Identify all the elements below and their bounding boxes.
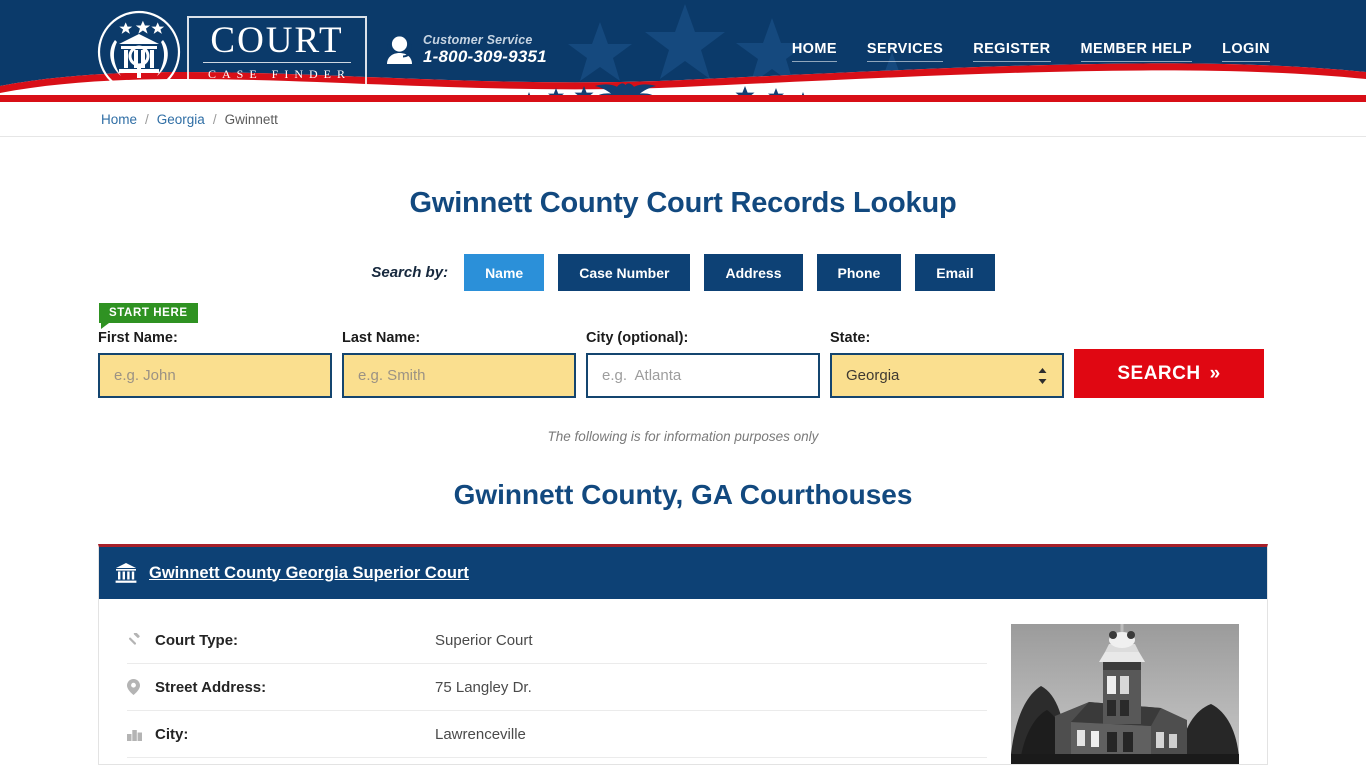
tab-phone[interactable]: Phone (816, 254, 902, 291)
court-card-header: Gwinnett County Georgia Superior Court (99, 547, 1267, 599)
site-logo[interactable]: COURT CASE FINDER (97, 9, 368, 95)
state-field-group: State: Georgia (830, 330, 1064, 398)
nav-item-home[interactable]: HOME (791, 41, 837, 62)
header-red-rule (0, 95, 1366, 102)
chevron-right-double-icon: » (1209, 362, 1221, 384)
table-row: City: Lawrenceville (127, 711, 987, 758)
logo-wordmark: COURT CASE FINDER (187, 16, 368, 88)
row-value: Lawrenceville (435, 725, 526, 743)
table-row: Street Address: 75 Langley Dr. (127, 664, 987, 711)
nav-item-member-help[interactable]: MEMBER HELP (1080, 41, 1193, 62)
search-form: START HERE First Name: Last Name: City (… (98, 303, 1268, 398)
state-select[interactable]: Georgia (830, 353, 1064, 398)
page-title: Gwinnett County Court Records Lookup (409, 187, 957, 219)
tab-email[interactable]: Email (915, 254, 995, 291)
breadcrumb-item-georgia[interactable]: Georgia (157, 112, 205, 127)
search-by-label: Search by: (371, 264, 449, 281)
court-card-body: Court Type: Superior Court Street Addres… (99, 599, 1267, 764)
nav-item-register[interactable]: REGISTER (973, 41, 1051, 62)
main-navigation: HOME SERVICES REGISTER MEMBER HELP LOGIN (791, 41, 1270, 62)
courthouses-section-title: Gwinnett County, GA Courthouses (453, 479, 913, 510)
main-content: Gwinnett County Court Records Lookup Sea… (0, 137, 1366, 765)
row-label: Court Type: (155, 631, 239, 649)
customer-service-label: Customer Service (423, 33, 533, 47)
search-button-label: SEARCH (1117, 362, 1201, 384)
customer-service-block: Customer Service 1-800-309-9351 (385, 33, 547, 68)
site-header: COURT CASE FINDER Customer Service 1-800… (0, 0, 1366, 102)
select-updown-arrows-icon (1038, 367, 1047, 384)
city-field-group: City (optional): (586, 330, 820, 398)
last-name-label: Last Name: (342, 330, 421, 346)
customer-service-phone[interactable]: 1-800-309-9351 (423, 47, 547, 67)
search-by-tabs: Search by: Name Case Number Address Phon… (0, 254, 1366, 291)
last-name-field-group: Last Name: (342, 330, 576, 398)
first-name-field-group: First Name: (98, 330, 332, 398)
tab-name[interactable]: Name (464, 254, 545, 291)
breadcrumb-separator: / (212, 111, 217, 127)
gavel-icon (127, 632, 155, 648)
tab-address[interactable]: Address (704, 254, 803, 291)
search-button[interactable]: SEARCH » (1074, 349, 1264, 398)
map-pin-icon (127, 679, 155, 695)
courthouse-photo-image (1011, 624, 1239, 764)
breadcrumb-separator: / (145, 111, 149, 127)
first-name-label: First Name: (98, 330, 178, 346)
breadcrumb-item-home[interactable]: Home (101, 112, 137, 127)
disclaimer-text: The following is for information purpose… (547, 429, 819, 444)
start-here-badge: START HERE (99, 303, 198, 329)
logo-secondary-text: CASE FINDER (208, 66, 352, 81)
nav-item-services[interactable]: SERVICES (866, 41, 944, 62)
first-name-input[interactable] (98, 353, 332, 398)
court-detail-list: Court Type: Superior Court Street Addres… (127, 613, 987, 764)
bank-columns-icon (115, 563, 137, 583)
row-label: Street Address: (155, 678, 267, 696)
nav-item-login[interactable]: LOGIN (1222, 41, 1270, 62)
state-select-value: Georgia (846, 367, 900, 384)
last-name-input[interactable] (342, 353, 576, 398)
row-label: City: (155, 725, 189, 743)
row-value: Superior Court (435, 631, 533, 649)
breadcrumb-item-gwinnett: Gwinnett (224, 111, 278, 127)
court-seal-icon (97, 10, 181, 94)
court-card-title-link[interactable]: Gwinnett County Georgia Superior Court (149, 564, 469, 583)
headset-support-icon (387, 34, 412, 65)
table-row: Court Type: Superior Court (127, 617, 987, 664)
breadcrumb: Home / Georgia / Gwinnett (0, 102, 1366, 137)
row-value: 75 Langley Dr. (435, 678, 532, 696)
city-input[interactable] (586, 353, 820, 398)
city-label: City (optional): (586, 330, 689, 346)
city-buildings-icon (127, 727, 155, 741)
state-label: State: (830, 330, 871, 346)
courthouse-photo (1011, 624, 1239, 764)
court-card: Gwinnett County Georgia Superior Court C… (98, 544, 1268, 765)
tab-case-number[interactable]: Case Number (558, 254, 691, 291)
logo-primary-text: COURT (203, 22, 352, 63)
search-fields-row: First Name: Last Name: City (optional): … (98, 330, 1268, 398)
